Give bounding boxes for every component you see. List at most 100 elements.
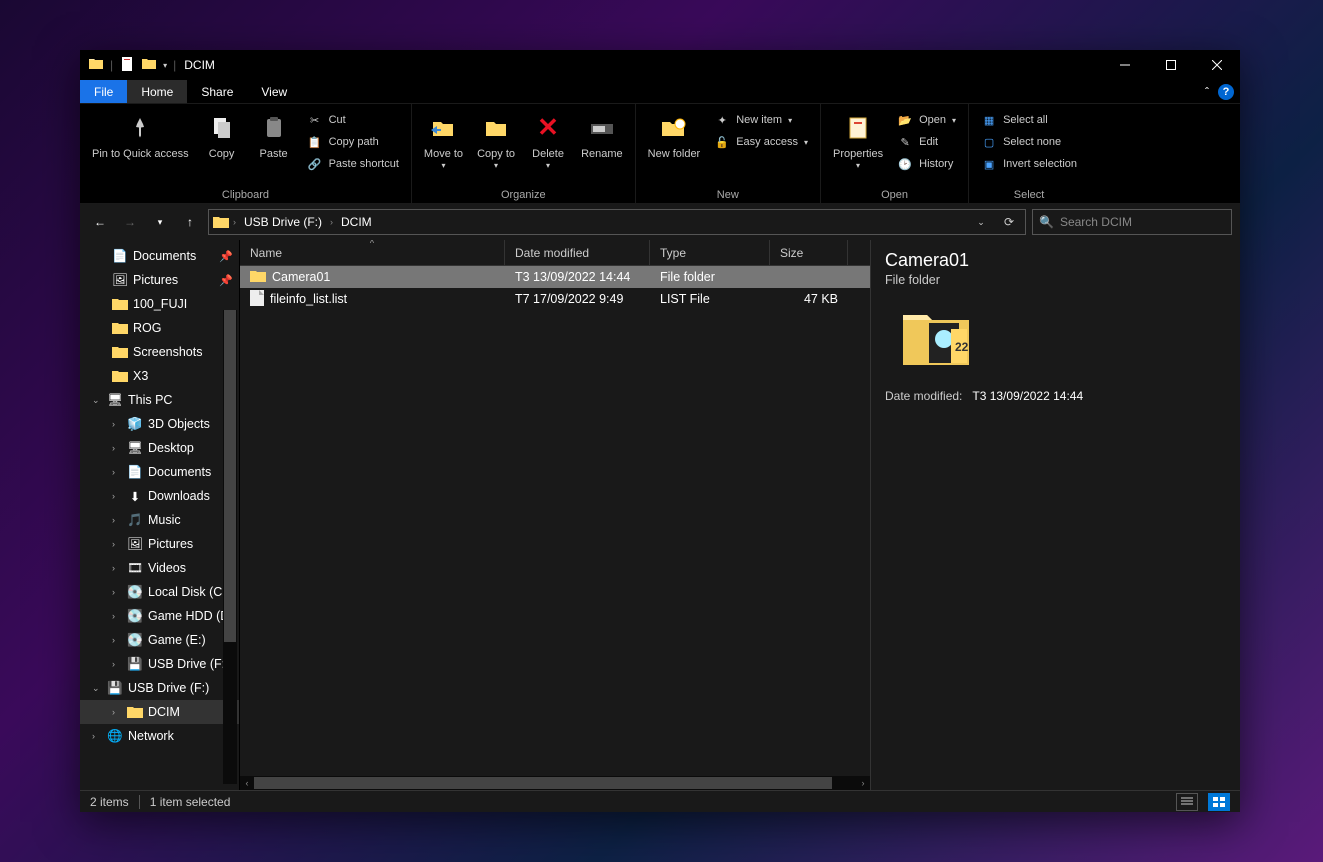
invert-selection-button[interactable]: ▣Invert selection [975, 154, 1083, 174]
help-icon[interactable]: ? [1218, 84, 1234, 100]
chevron-right-icon[interactable]: › [112, 515, 122, 525]
new-folder-button[interactable]: New folder [642, 106, 707, 161]
tree-usb-f-2[interactable]: ⌄💾USB Drive (F:) [80, 676, 239, 700]
cut-button[interactable]: ✂Cut [301, 110, 405, 130]
tab-file[interactable]: File [80, 80, 127, 103]
tree-local-c[interactable]: ›💽Local Disk (C:) [80, 580, 239, 604]
up-button[interactable]: ↑ [178, 210, 202, 234]
back-button[interactable]: ← [88, 210, 112, 234]
delete-button[interactable]: ✕ Delete ▾ [523, 106, 573, 171]
paste-shortcut-button[interactable]: 🔗Paste shortcut [301, 154, 405, 174]
tree-100fuji[interactable]: 100_FUJI [80, 292, 239, 316]
chevron-down-icon[interactable]: ⌄ [92, 683, 102, 694]
chevron-right-icon[interactable]: › [112, 443, 122, 453]
chevron-right-icon[interactable]: › [233, 217, 236, 227]
pin-quick-access-button[interactable]: Pin to Quick access [86, 106, 195, 161]
recent-dropdown-icon[interactable]: ▾ [148, 210, 172, 234]
tree-desktop[interactable]: ›🖥Desktop [80, 436, 239, 460]
col-type[interactable]: Type [650, 240, 770, 265]
qat-folder-icon[interactable] [141, 56, 157, 75]
copy-button[interactable]: Copy [197, 106, 247, 161]
tab-view[interactable]: View [247, 80, 301, 103]
col-size[interactable]: Size [770, 240, 848, 265]
horizontal-scrollbar[interactable]: ‹ › [240, 776, 870, 790]
select-none-button[interactable]: ▢Select none [975, 132, 1083, 152]
tree-thispc[interactable]: ⌄🖥This PC [80, 388, 239, 412]
edit-button[interactable]: ✎Edit [891, 132, 962, 152]
chevron-right-icon[interactable]: › [112, 419, 122, 429]
copy-to-button[interactable]: Copy to ▾ [471, 106, 521, 171]
tree-documents-2[interactable]: ›📄Documents [80, 460, 239, 484]
chevron-right-icon[interactable]: › [112, 563, 122, 573]
tree-usb-f-1[interactable]: ›💾USB Drive (F:) [80, 652, 239, 676]
scroll-right-icon[interactable]: › [856, 776, 870, 790]
tree-game-e[interactable]: ›💽Game (E:) [80, 628, 239, 652]
chevron-right-icon[interactable]: › [330, 217, 333, 227]
new-item-button[interactable]: ✦New item ▾ [708, 110, 814, 130]
easy-access-button[interactable]: 🔓Easy access ▾ [708, 132, 814, 152]
minimize-button[interactable] [1102, 50, 1148, 80]
tree-3d-objects[interactable]: ›🧊3D Objects [80, 412, 239, 436]
address-bar[interactable]: › USB Drive (F:) › DCIM ⌄ ⟳ [208, 209, 1026, 235]
chevron-right-icon[interactable]: › [112, 587, 122, 597]
rename-button[interactable]: Rename [575, 106, 629, 161]
col-date[interactable]: Date modified [505, 240, 650, 265]
qat-dropdown-icon[interactable]: ▾ [163, 61, 167, 70]
chevron-right-icon[interactable]: › [112, 539, 122, 549]
tree-x3[interactable]: X3 [80, 364, 239, 388]
tree-documents[interactable]: 📄Documents📌 [80, 244, 239, 268]
tree-pictures-2[interactable]: ›🖼Pictures [80, 532, 239, 556]
forward-button[interactable]: → [118, 210, 142, 234]
scroll-left-icon[interactable]: ‹ [240, 776, 254, 790]
copy-path-button[interactable]: 📋Copy path [301, 132, 405, 152]
col-name[interactable]: Name˄ [240, 240, 505, 265]
chevron-right-icon[interactable]: › [112, 707, 122, 717]
file-list-panel: Name˄ Date modified Type Size Camera01T3… [240, 240, 870, 790]
chevron-right-icon[interactable]: › [112, 635, 122, 645]
tree-network[interactable]: ›🌐Network [80, 724, 239, 748]
tree-scrollbar[interactable] [223, 310, 237, 784]
tab-home[interactable]: Home [127, 80, 187, 103]
tree-pictures[interactable]: 🖼Pictures📌 [80, 268, 239, 292]
maximize-button[interactable] [1148, 50, 1194, 80]
select-all-button[interactable]: ▦Select all [975, 110, 1083, 130]
close-button[interactable] [1194, 50, 1240, 80]
address-dropdown-icon[interactable]: ⌄ [969, 210, 993, 234]
details-pane: Camera01 File folder 22 Date modified: T… [870, 240, 1240, 790]
chevron-right-icon[interactable]: › [112, 611, 122, 621]
tree-game-d[interactable]: ›💽Game HDD (D:) [80, 604, 239, 628]
tree-rog[interactable]: ROG [80, 316, 239, 340]
properties-icon[interactable] [119, 56, 135, 75]
view-large-icons-button[interactable] [1208, 793, 1230, 811]
open-button[interactable]: 📂Open ▾ [891, 110, 962, 130]
tree-music[interactable]: ›🎵Music [80, 508, 239, 532]
properties-button[interactable]: Properties ▾ [827, 106, 889, 171]
chevron-down-icon[interactable]: ⌄ [92, 395, 102, 406]
breadcrumb-folder[interactable]: DCIM [337, 215, 376, 229]
refresh-button[interactable]: ⟳ [997, 210, 1021, 234]
search-input[interactable]: 🔍 Search DCIM [1032, 209, 1232, 235]
file-icon [250, 290, 264, 309]
tree-dcim[interactable]: ›DCIM [80, 700, 239, 724]
breadcrumb-drive[interactable]: USB Drive (F:) [240, 215, 326, 229]
history-button[interactable]: 🕑History [891, 154, 962, 174]
chevron-right-icon[interactable]: › [112, 467, 122, 477]
chevron-right-icon[interactable]: › [92, 731, 102, 741]
chevron-right-icon[interactable]: › [112, 491, 122, 501]
view-details-button[interactable] [1176, 793, 1198, 811]
tree-videos[interactable]: ›🎞Videos [80, 556, 239, 580]
tree-downloads[interactable]: ›⬇Downloads [80, 484, 239, 508]
file-size: 47 KB [770, 292, 848, 306]
properties-label: Properties [833, 148, 883, 161]
new-folder-label: New folder [648, 148, 701, 161]
file-row[interactable]: fileinfo_list.listT7 17/09/2022 9:49LIST… [240, 288, 870, 310]
tab-share[interactable]: Share [187, 80, 247, 103]
file-row[interactable]: Camera01T3 13/09/2022 14:44File folder [240, 266, 870, 288]
title-bar[interactable]: | ▾ | DCIM [80, 50, 1240, 80]
navigation-tree[interactable]: 📄Documents📌 🖼Pictures📌 100_FUJI ROG Scre… [80, 240, 240, 790]
chevron-right-icon[interactable]: › [112, 659, 122, 669]
move-to-button[interactable]: Move to ▾ [418, 106, 469, 171]
paste-button[interactable]: Paste [249, 106, 299, 161]
collapse-ribbon-icon[interactable]: ˆ [1196, 80, 1218, 103]
tree-screenshots[interactable]: Screenshots [80, 340, 239, 364]
